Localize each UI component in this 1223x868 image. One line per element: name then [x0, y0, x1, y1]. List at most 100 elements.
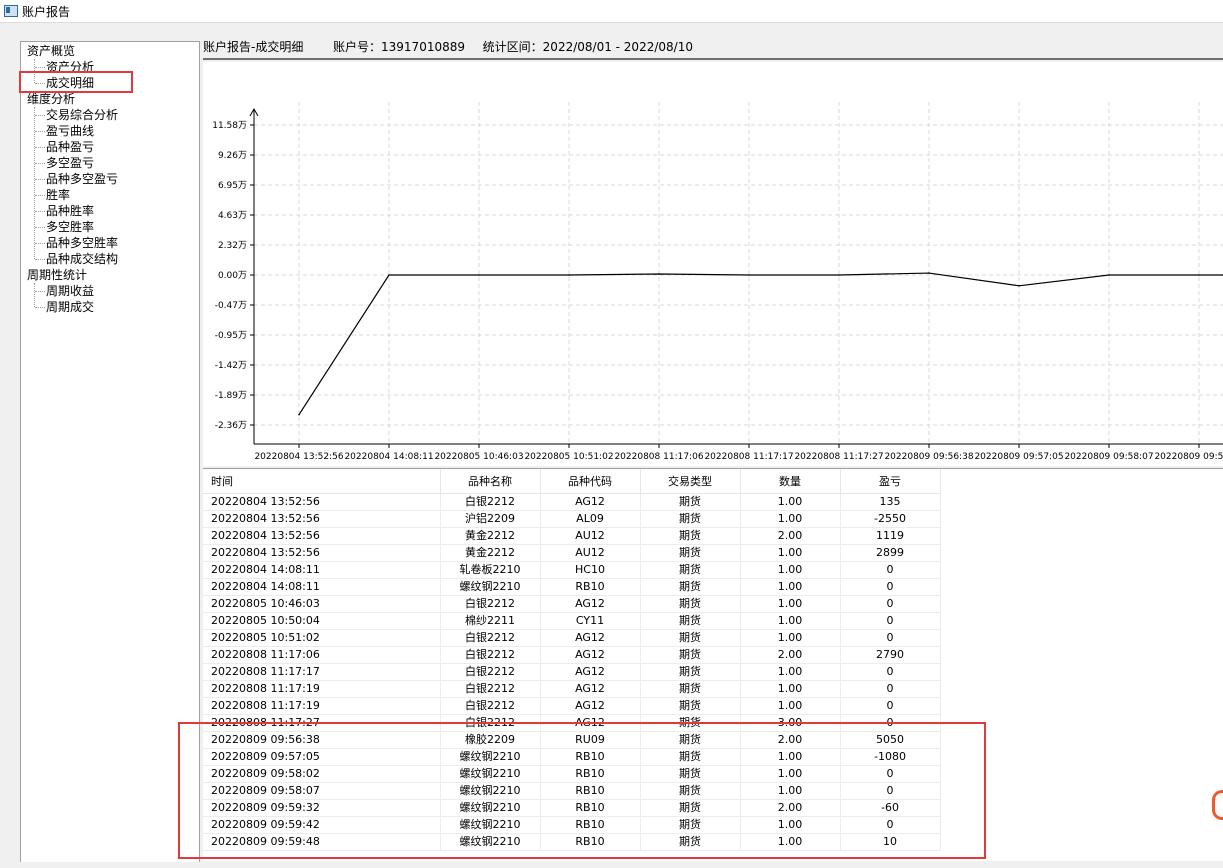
table-row[interactable]: 20220805 10:46:03 白银2212 AG12 期货 1.00 0: [203, 595, 941, 613]
table-cell: 1.00: [740, 748, 841, 766]
x-tick-label: 20220809 09:58:07: [1064, 452, 1153, 462]
table-cell: 0: [840, 697, 941, 715]
table-row[interactable]: 20220809 09:59:48 螺纹钢2210 RB10 期货 1.00 10: [203, 833, 941, 851]
trade-detail-table[interactable]: 时间 品种名称 品种代码 交易类型 数量 盈亏 20220804 13:52:56 白银22…: [203, 469, 941, 851]
table-cell: 1.00: [740, 782, 841, 800]
tree-item-0-0[interactable]: 资产分析: [46, 59, 94, 75]
table-row[interactable]: 20220804 13:52:56 黄金2212 AU12 期货 2.00 1119: [203, 527, 941, 545]
y-tick-label: 11.58万: [212, 121, 247, 131]
tree-vertical-connector: [34, 283, 35, 307]
table-cell: 期货: [640, 799, 741, 817]
tree-item-0-1[interactable]: 成交明细: [46, 75, 94, 91]
table-row[interactable]: 20220808 11:17:19 白银2212 AG12 期货 1.00 0: [203, 697, 941, 715]
table-cell: 0: [840, 612, 941, 630]
table-cell: 白银2212: [440, 595, 541, 613]
table-cell: 期货: [640, 816, 741, 834]
table-cell: 1.00: [740, 680, 841, 698]
tree-item-1-4[interactable]: 品种多空盈亏: [46, 171, 118, 187]
bottom-edge: [0, 862, 1223, 868]
tree-group-1[interactable]: 维度分析: [27, 91, 75, 107]
table-row[interactable]: 20220809 09:56:38 橡胶2209 RU09 期货 2.00 5050: [203, 731, 941, 749]
table-cell: 1.00: [740, 663, 841, 681]
table-cell: 轧卷板2210: [440, 561, 541, 579]
tree-item-1-3[interactable]: 多空盈亏: [46, 155, 94, 171]
column-header[interactable]: 品种代码: [540, 469, 641, 494]
table-row[interactable]: 20220809 09:57:05 螺纹钢2210 RB10 期货 1.00 -1080: [203, 748, 941, 766]
pnl-data-point: [1108, 274, 1110, 276]
table-cell: RB10: [540, 799, 641, 817]
table-cell: 135: [840, 493, 941, 511]
table-row[interactable]: 20220805 10:51:02 白银2212 AG12 期货 1.00 0: [203, 629, 941, 647]
pnl-data-point: [1198, 274, 1200, 276]
table-row[interactable]: 20220804 14:08:11 螺纹钢2210 RB10 期货 1.00 0: [203, 578, 941, 596]
y-tick-label: 4.63万: [218, 211, 247, 221]
table-cell: AG12: [540, 697, 641, 715]
column-header[interactable]: 品种名称: [440, 469, 541, 494]
table-row[interactable]: 20220808 11:17:27 白银2212 AG12 期货 3.00 0: [203, 714, 941, 732]
trade-detail-table-panel[interactable]: 时间 品种名称 品种代码 交易类型 数量 盈亏 20220804 13:52:56 白银22…: [203, 468, 1223, 861]
tree-group-0[interactable]: 资产概览: [27, 43, 75, 59]
tree-item-1-2[interactable]: 品种盈亏: [46, 139, 94, 155]
tree-connector: [35, 243, 45, 244]
tree-connector: [35, 83, 45, 84]
tree-item-2-1[interactable]: 周期成交: [46, 299, 94, 315]
column-header[interactable]: 时间: [203, 469, 441, 494]
x-tick-label: 20220809 09:59:48: [1154, 452, 1223, 462]
table-row[interactable]: 20220809 09:59:42 螺纹钢2210 RB10 期货 1.00 0: [203, 816, 941, 834]
table-cell: 20220809 09:59:42: [203, 816, 441, 834]
table-cell: 白银2212: [440, 663, 541, 681]
table-cell: 1.00: [740, 612, 841, 630]
tree-item-1-7[interactable]: 多空胜率: [46, 219, 94, 235]
table-row[interactable]: 20220805 10:50:04 棉纱2211 CY11 期货 1.00 0: [203, 612, 941, 630]
table-cell: 1.00: [740, 595, 841, 613]
pnl-chart: 11.58万 9.26万 6.95万 4.63万 2.32万 0.00万 -0.47万 -0.…: [203, 62, 1223, 466]
tree-item-1-8[interactable]: 品种多空胜率: [46, 235, 118, 251]
pnl-data-point: [1018, 284, 1020, 287]
period-label: 统计区间：: [482, 40, 543, 54]
table-cell: 期货: [640, 629, 741, 647]
table-row[interactable]: 20220804 13:52:56 白银2212 AG12 期货 1.00 135: [203, 493, 941, 511]
table-cell: AG12: [540, 646, 641, 664]
table-row[interactable]: 20220804 14:08:11 轧卷板2210 HC10 期货 1.00 0: [203, 561, 941, 579]
table-cell: 螺纹钢2210: [440, 833, 541, 851]
table-row[interactable]: 20220809 09:59:32 螺纹钢2210 RB10 期货 2.00 -60: [203, 799, 941, 817]
column-header[interactable]: 数量: [740, 469, 841, 494]
table-row[interactable]: 20220808 11:17:19 白银2212 AG12 期货 1.00 0: [203, 680, 941, 698]
tree-connector: [35, 195, 45, 196]
table-cell: 20220809 09:58:02: [203, 765, 441, 783]
tree-item-1-6[interactable]: 品种胜率: [46, 203, 94, 219]
table-cell: 期货: [640, 578, 741, 596]
y-tick-label: -2.36万: [215, 421, 247, 431]
column-header[interactable]: 交易类型: [640, 469, 741, 494]
table-cell: 期货: [640, 544, 741, 562]
report-nav-tree[interactable]: 资产概览 资产分析 成交明细 维度分析 交易综合分析 盈亏曲线 品种盈亏 多空盈亏 品种多空盈亏…: [20, 41, 200, 863]
table-row[interactable]: 20220808 11:17:06 白银2212 AG12 期货 2.00 2790: [203, 646, 941, 664]
table-row[interactable]: 20220804 13:52:56 黄金2212 AU12 期货 1.00 2899: [203, 544, 941, 562]
table-cell: 黄金2212: [440, 544, 541, 562]
tree-item-1-1[interactable]: 盈亏曲线: [46, 123, 94, 139]
table-row[interactable]: 20220808 11:17:17 白银2212 AG12 期货 1.00 0: [203, 663, 941, 681]
table-cell: 0: [840, 663, 941, 681]
table-cell: CY11: [540, 612, 641, 630]
tree-item-1-5[interactable]: 胜率: [46, 187, 70, 203]
table-cell: 0: [840, 629, 941, 647]
tree-vertical-connector: [34, 59, 35, 83]
table-cell: 螺纹钢2210: [440, 765, 541, 783]
table-row[interactable]: 20220809 09:58:02 螺纹钢2210 RB10 期货 1.00 0: [203, 765, 941, 783]
column-header[interactable]: 盈亏: [840, 469, 941, 494]
tree-connector: [35, 147, 45, 148]
table-cell: 20220805 10:51:02: [203, 629, 441, 647]
table-row[interactable]: 20220809 09:58:07 螺纹钢2210 RB10 期货 1.00 0: [203, 782, 941, 800]
table-cell: 20220804 13:52:56: [203, 493, 441, 511]
tree-group-2[interactable]: 周期性统计: [27, 267, 87, 283]
table-cell: HC10: [540, 561, 641, 579]
tree-item-2-0[interactable]: 周期收益: [46, 283, 94, 299]
tree-item-1-0[interactable]: 交易综合分析: [46, 107, 118, 123]
table-cell: AU12: [540, 544, 641, 562]
table-cell: 期货: [640, 612, 741, 630]
table-cell: 期货: [640, 646, 741, 664]
table-cell: 棉纱2211: [440, 612, 541, 630]
tree-item-1-9[interactable]: 品种成交结构: [46, 251, 118, 267]
table-row[interactable]: 20220804 13:52:56 沪铝2209 AL09 期货 1.00 -2550: [203, 510, 941, 528]
table-cell: 期货: [640, 663, 741, 681]
